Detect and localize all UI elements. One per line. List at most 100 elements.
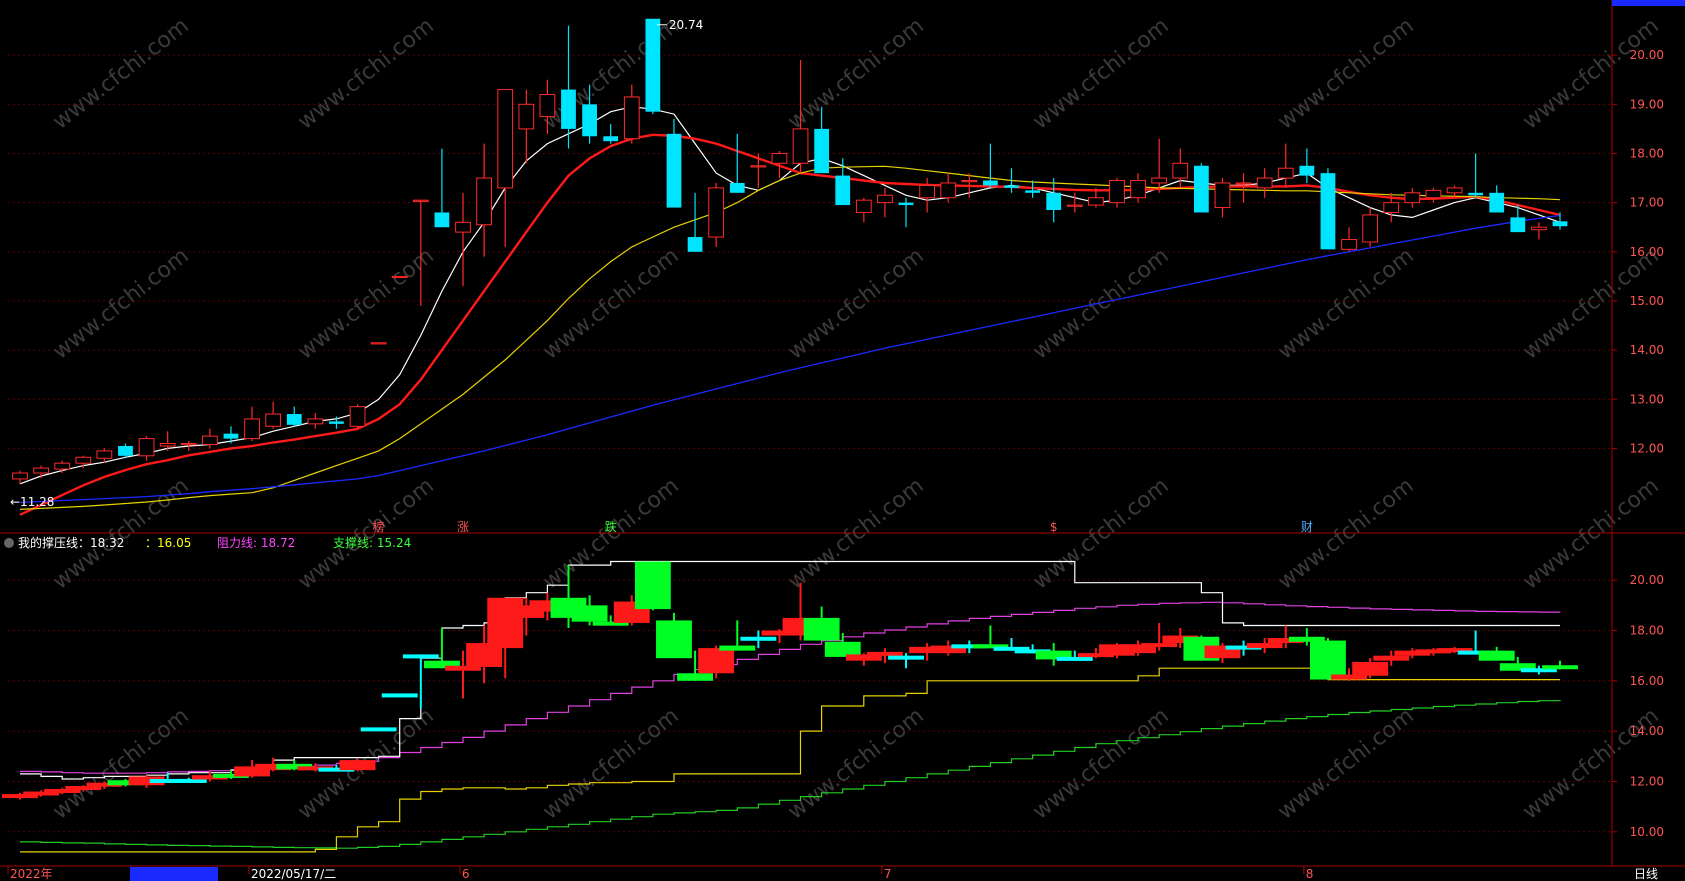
- watermark-text: www.cfchi.com: [293, 473, 438, 594]
- candle-body: [1046, 192, 1062, 211]
- price-tick-label: 19.00: [1630, 97, 1664, 111]
- candle-body: [1004, 185, 1019, 188]
- period-label: 日线: [1634, 867, 1658, 881]
- candle-body: [96, 450, 113, 459]
- x-tick-label: 2022年: [10, 867, 53, 881]
- watermark-text: www.cfchi.com: [1518, 703, 1663, 824]
- price-tick-label: 15.00: [1630, 294, 1664, 308]
- watermark-text: www.cfchi.com: [1028, 243, 1173, 364]
- candle-body: [1468, 192, 1483, 196]
- candle-body: [940, 182, 957, 199]
- indicator-axis: 10.00 12.00 14.00 16.00 18.00 20.00: [1612, 573, 1664, 839]
- indicator-bar-body: [1352, 661, 1389, 676]
- watermark-text: www.cfchi.com: [783, 473, 928, 594]
- indicator-bar-body: [740, 636, 777, 641]
- candle-body: [835, 175, 851, 206]
- indicator-bar-body: [1141, 643, 1178, 648]
- indicator-tick-label: 16.00: [1630, 674, 1664, 688]
- candle-body: [1404, 192, 1421, 204]
- event-marker: 跌: [605, 519, 617, 534]
- indicator-tick-label: 18.00: [1630, 623, 1664, 637]
- candle-body: [180, 443, 197, 446]
- candle-body: [33, 467, 49, 474]
- candle-body: [54, 462, 71, 470]
- candle-body: [1025, 190, 1040, 193]
- candle-body: [497, 89, 514, 189]
- candle-body: [1489, 192, 1505, 213]
- indicator-bar-body: [656, 620, 692, 659]
- candle-body: [412, 199, 429, 202]
- indicator-bar-body: [170, 778, 207, 783]
- candle-body: [1109, 180, 1125, 204]
- candle-body: [1320, 173, 1336, 250]
- candle-body: [582, 104, 597, 137]
- candle-body: [645, 18, 661, 112]
- watermark-text: www.cfchi.com: [1273, 703, 1418, 824]
- indicator-bar-body: [1246, 643, 1283, 649]
- current-date-highlight: [130, 867, 218, 881]
- lower-line: [20, 667, 1560, 853]
- watermark-text: www.cfchi.com: [538, 13, 683, 134]
- indicator-bar-body: [1542, 665, 1578, 670]
- candle-body: [1425, 189, 1442, 199]
- candle-body: [1130, 180, 1146, 199]
- indicator-header: 我的撑压线：18.32 ：16.05 阻力线: 18.72 支撑线: 15.24: [4, 535, 411, 550]
- time-axis: 2022年 2022/05/17/二 6 7 8 日线: [7, 866, 1658, 881]
- watermark-text: www.cfchi.com: [1028, 703, 1173, 824]
- event-marker: 财: [1301, 520, 1313, 534]
- candle-body: [729, 182, 745, 193]
- indicator-bar-body: [719, 645, 756, 651]
- candle-body: [1172, 162, 1189, 179]
- candle-body: [1088, 197, 1104, 206]
- candle-body: [1066, 204, 1083, 207]
- candle-body: [244, 418, 260, 440]
- indicator-header-item: 我的撑压线：18.32: [18, 535, 124, 550]
- watermark-text: www.cfchi.com: [1273, 13, 1418, 134]
- event-marker: $: [1050, 520, 1058, 534]
- indicator-header-item: 阻力线: 18.72: [217, 536, 295, 550]
- price-tick-label: 12.00: [1630, 441, 1664, 455]
- watermark-text: www.cfchi.com: [48, 13, 193, 134]
- indicator-bar-body: [867, 651, 903, 656]
- watermark-text: www.cfchi.com: [1028, 473, 1173, 594]
- watermark-text: www.cfchi.com: [783, 13, 928, 134]
- candle-body: [1510, 217, 1526, 233]
- watermark-text: www.cfchi.com: [293, 13, 438, 134]
- candle-body: [771, 152, 788, 164]
- candle-body: [877, 194, 893, 204]
- candle-body: [814, 128, 830, 174]
- top-right-value-bg: [1612, 0, 1685, 6]
- candle-body: [1193, 165, 1209, 213]
- indicator-bar-body: [402, 654, 439, 659]
- candle-body: [201, 435, 218, 445]
- candle-body: [75, 456, 92, 464]
- ma-line-ma60: [19, 214, 1561, 504]
- candle-body: [750, 165, 767, 168]
- candle-body: [855, 199, 872, 213]
- price-axis: 12.00 13.00 14.00 15.00 16.00 17.00 18.00 19.00…: [1612, 0, 1685, 455]
- candle-body: [307, 418, 324, 425]
- candle-body: [708, 187, 725, 238]
- watermark-text: www.cfchi.com: [538, 703, 683, 824]
- candle-body: [687, 237, 703, 252]
- candle-body: [455, 221, 471, 233]
- watermark-text: www.cfchi.com: [48, 703, 193, 824]
- min-price-label: ←11.28: [10, 495, 54, 509]
- candle-body: [349, 406, 366, 427]
- candle-body: [1446, 187, 1463, 194]
- candle-body: [561, 89, 576, 129]
- candle-body: [329, 421, 344, 424]
- candle-body: [983, 180, 998, 186]
- candle-body: [1341, 239, 1357, 250]
- candle-body: [12, 472, 28, 480]
- candle-body: [138, 438, 155, 457]
- watermark-text: www.cfchi.com: [783, 703, 928, 824]
- candle-body: [1256, 177, 1273, 189]
- candle-body: [391, 275, 408, 279]
- candle-body: [476, 177, 492, 226]
- watermark-text: www.cfchi.com: [48, 243, 193, 364]
- candle-body: [434, 212, 450, 228]
- indicator-header-item: ：16.05: [145, 536, 191, 550]
- x-tick-label: 6: [462, 867, 470, 881]
- x-tick-label: 8: [1306, 867, 1314, 881]
